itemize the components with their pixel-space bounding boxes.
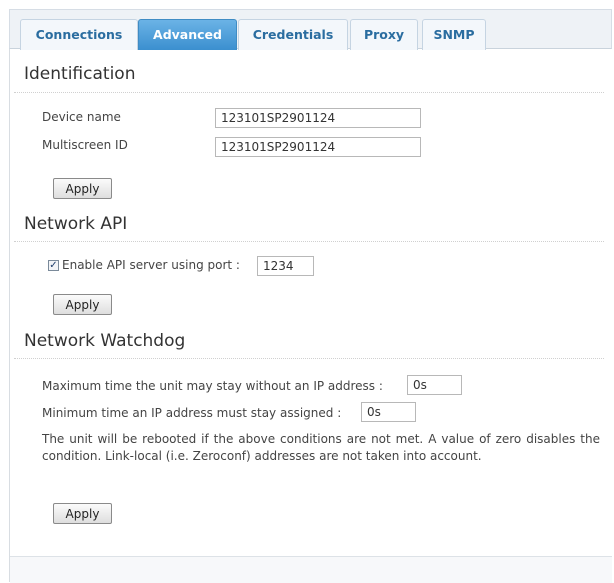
api-port-field[interactable] <box>257 256 314 276</box>
max-time-field[interactable] <box>407 375 462 395</box>
watchdog-apply-button[interactable]: Apply <box>53 503 112 524</box>
tab-proxy[interactable]: Proxy <box>350 19 418 50</box>
identification-apply-button[interactable]: Apply <box>53 178 112 199</box>
section-divider <box>14 241 604 242</box>
enable-api-checkbox[interactable]: ✓ <box>48 260 59 271</box>
tab-advanced[interactable]: Advanced <box>138 19 237 50</box>
identification-title: Identification <box>24 64 136 84</box>
tab-bar: Connections Advanced Credentials Proxy S… <box>9 9 612 50</box>
network-watchdog-title: Network Watchdog <box>24 331 186 351</box>
min-time-label: Minimum time an IP address must stay ass… <box>42 406 342 420</box>
section-divider <box>14 92 604 93</box>
device-name-label: Device name <box>42 110 121 124</box>
max-time-label: Maximum time the unit may stay without a… <box>42 379 383 393</box>
tab-connections[interactable]: Connections <box>20 19 138 50</box>
network-api-title: Network API <box>24 214 128 234</box>
watchdog-description: The unit will be rebooted if the above c… <box>42 432 600 463</box>
multiscreen-id-label: Multiscreen ID <box>42 138 128 152</box>
multiscreen-id-field[interactable] <box>215 137 421 157</box>
network-api-apply-button[interactable]: Apply <box>53 294 112 315</box>
enable-api-label: Enable API server using port : <box>62 258 240 272</box>
section-divider <box>14 358 604 359</box>
min-time-field[interactable] <box>361 402 416 422</box>
panel-footer <box>10 556 612 583</box>
tab-snmp[interactable]: SNMP <box>422 19 486 50</box>
device-name-field[interactable] <box>215 108 421 128</box>
tab-credentials[interactable]: Credentials <box>238 19 348 50</box>
